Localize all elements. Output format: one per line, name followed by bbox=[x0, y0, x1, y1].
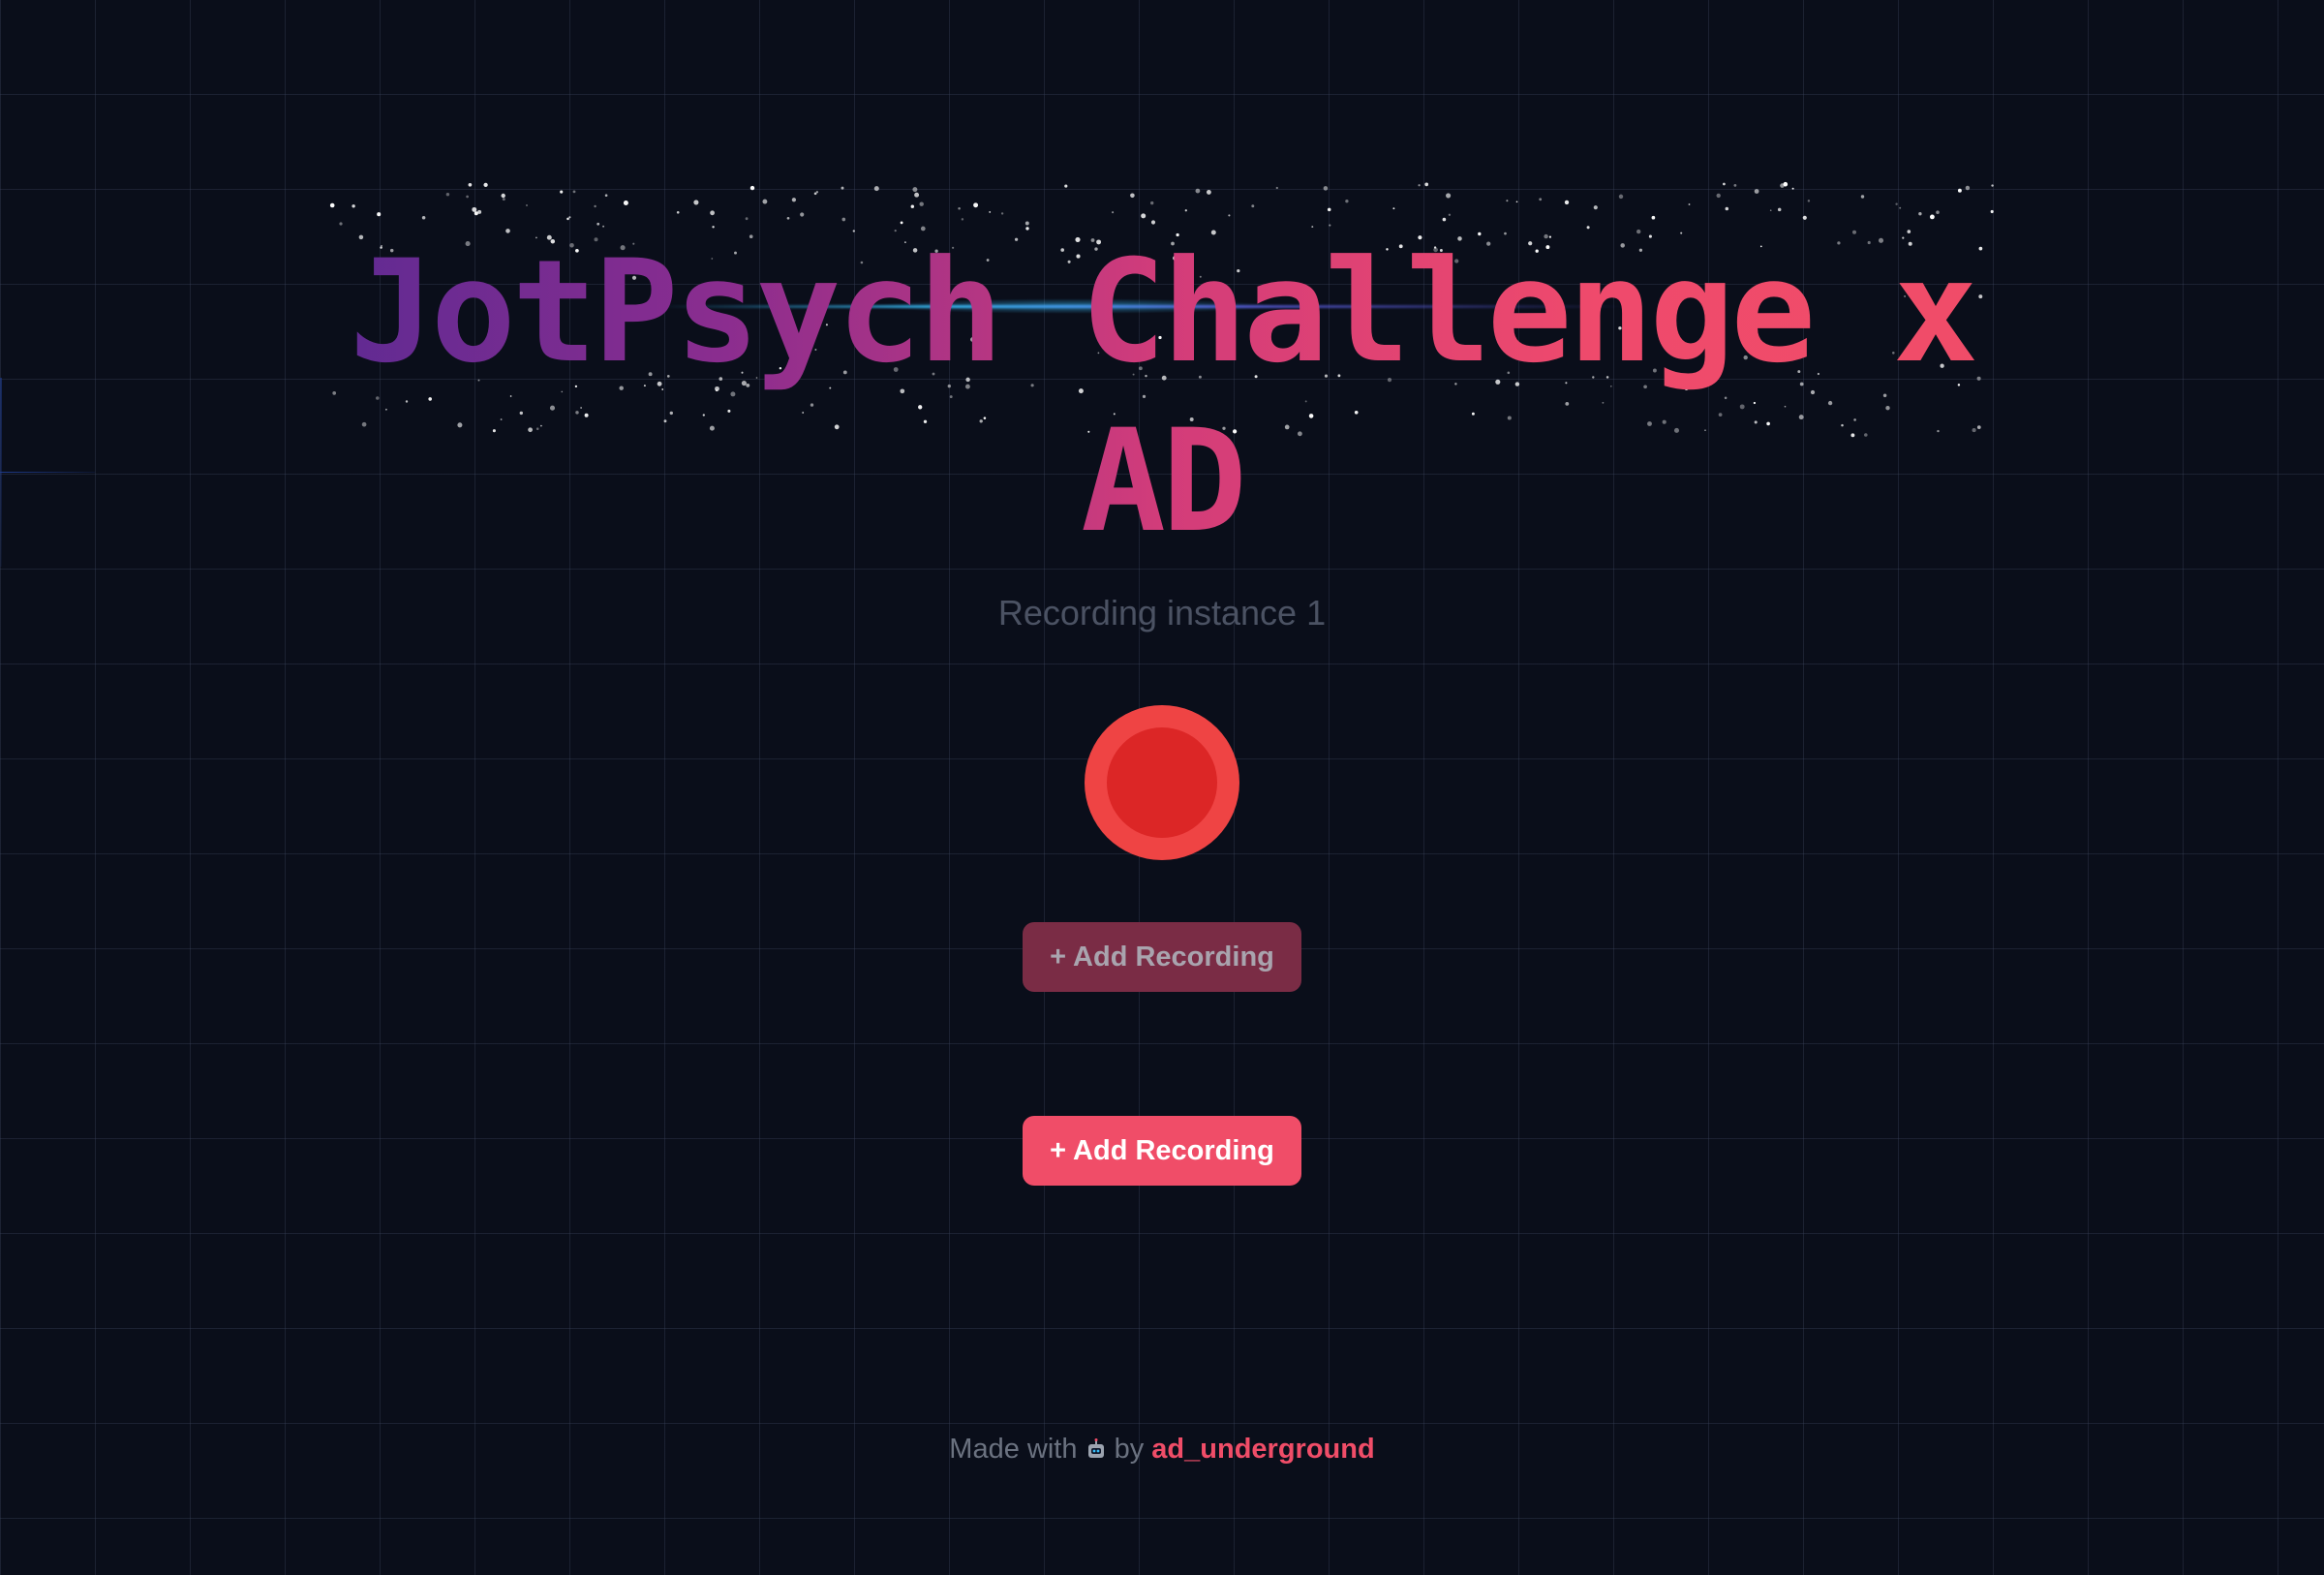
robot-icon bbox=[1087, 1438, 1104, 1458]
footer-by: by bbox=[1114, 1434, 1145, 1465]
record-button[interactable] bbox=[1085, 705, 1239, 860]
recording-instance-label: Recording instance 1 bbox=[997, 593, 1327, 633]
add-recording-button[interactable]: + Add Recording bbox=[1023, 1116, 1301, 1186]
grid-accent-line bbox=[0, 472, 95, 473]
author-link[interactable]: ad_underground bbox=[1151, 1434, 1374, 1465]
footer: Made with by ad_underground bbox=[678, 1434, 1646, 1466]
page-title: JotPsych Challenge x AD bbox=[290, 228, 2034, 567]
footer-made-with: Made with bbox=[949, 1434, 1078, 1465]
grid-accent-line-vertical bbox=[0, 378, 2, 567]
hero-header: JotPsych Challenge x AD bbox=[290, 174, 2034, 564]
add-recording-button-disabled[interactable]: + Add Recording bbox=[1023, 922, 1301, 992]
record-icon bbox=[1107, 727, 1217, 838]
